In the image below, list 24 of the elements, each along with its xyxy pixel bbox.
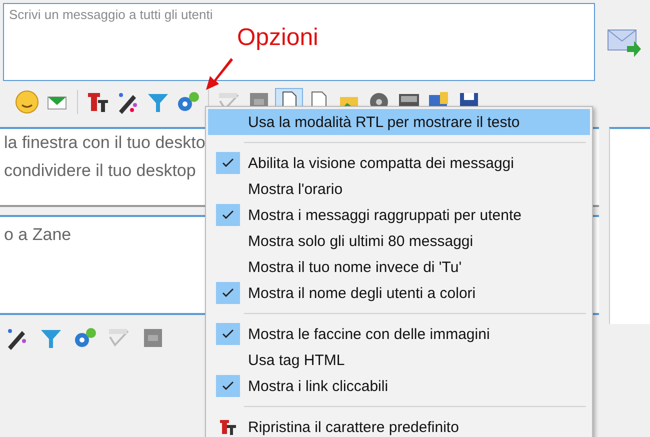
menu-item[interactable]: Mostra solo gli ultimi 80 messaggi xyxy=(208,228,590,254)
menu-item[interactable]: Mostra il tuo nome invece di 'Tu' xyxy=(208,254,590,280)
menu-item[interactable]: Mostra i link cliccabili xyxy=(208,373,590,399)
private-message-text: o a Zane xyxy=(4,225,72,245)
menu-item[interactable]: Ripristina il carattere predefinito xyxy=(208,414,590,437)
menu-item[interactable]: Mostra l'orario xyxy=(208,176,590,202)
checkmark-icon xyxy=(216,152,240,174)
menu-item[interactable]: Mostra il nome degli utenti a colori xyxy=(208,280,590,306)
checkmark-icon xyxy=(216,323,240,345)
font-icon xyxy=(218,417,238,437)
chat-text: la finestra con il tuo deskto xyxy=(4,133,206,153)
checkmark-icon xyxy=(216,282,240,304)
menu-item[interactable]: Abilita la visione compatta dei messaggi xyxy=(208,150,590,176)
chat-text: condividere il tuo desktop xyxy=(4,161,196,181)
menu-item[interactable]: Mostra i messaggi raggruppati per utente xyxy=(208,202,590,228)
annotation-label: Opzioni xyxy=(237,24,318,52)
menu-item[interactable]: Usa la modalità RTL per mostrare il testo xyxy=(208,109,590,135)
checkmark-icon xyxy=(216,375,240,397)
send-envelope-icon[interactable] xyxy=(607,27,641,57)
checkmark-icon xyxy=(216,204,240,226)
smiley-icon[interactable] xyxy=(14,89,40,115)
menu-item[interactable]: Mostra le faccine con delle immagini xyxy=(208,321,590,347)
annotation-arrow xyxy=(204,56,234,92)
menu-item[interactable]: Usa tag HTML xyxy=(208,347,590,373)
